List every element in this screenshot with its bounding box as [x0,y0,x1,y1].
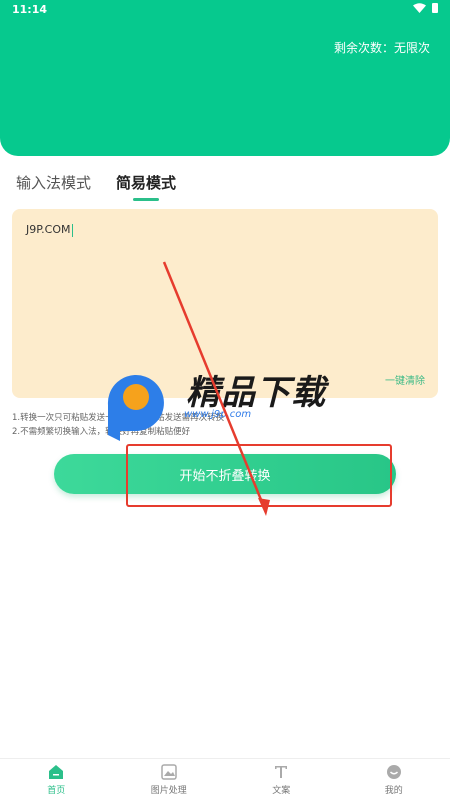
input-text[interactable]: J9P.COM [26,223,73,237]
bottom-nav: 首页 图片处理 文案 我的 [0,758,450,800]
image-icon [161,764,177,780]
nav-label: 首页 [47,786,66,796]
nav-item-profile[interactable]: 我的 [344,763,444,796]
clear-button[interactable]: 一键清除 [385,372,425,387]
remaining-count: 剩余次数：无限次 [333,41,430,55]
tab-simple-mode[interactable]: 简易模式 [116,172,176,201]
tab-indicator [133,198,160,201]
mode-tabs: 输入法模式 简易模式 [16,172,176,201]
nav-item-text[interactable]: 文案 [231,763,331,796]
wifi-icon [413,3,426,13]
highlight-box [126,444,392,507]
nav-item-home[interactable]: 首页 [6,763,106,796]
watermark-p-icon [107,375,164,441]
status-icons [413,3,438,13]
text-icon [275,766,288,778]
watermark-title: 精品下载 [186,373,326,413]
nav-item-image[interactable]: 图片处理 [119,763,219,796]
header-banner: 11:14 剩余次数：无限次 [0,0,450,156]
watermark-logo: 精品下载 www.j9p.com [98,365,358,445]
profile-icon [386,765,401,779]
nav-label: 文案 [272,786,291,796]
watermark-url: www.j9p.com [184,409,252,420]
tab-input-method-mode[interactable]: 输入法模式 [16,172,91,201]
tab-label: 简易模式 [116,174,177,192]
nav-label: 图片处理 [150,786,187,796]
status-time: 11:14 [12,3,48,16]
input-value: J9P.COM [26,223,71,236]
nav-label: 我的 [384,786,403,796]
home-icon [49,765,64,779]
tab-label: 输入法模式 [16,174,92,192]
text-cursor [71,223,73,237]
battery-icon [432,3,438,13]
